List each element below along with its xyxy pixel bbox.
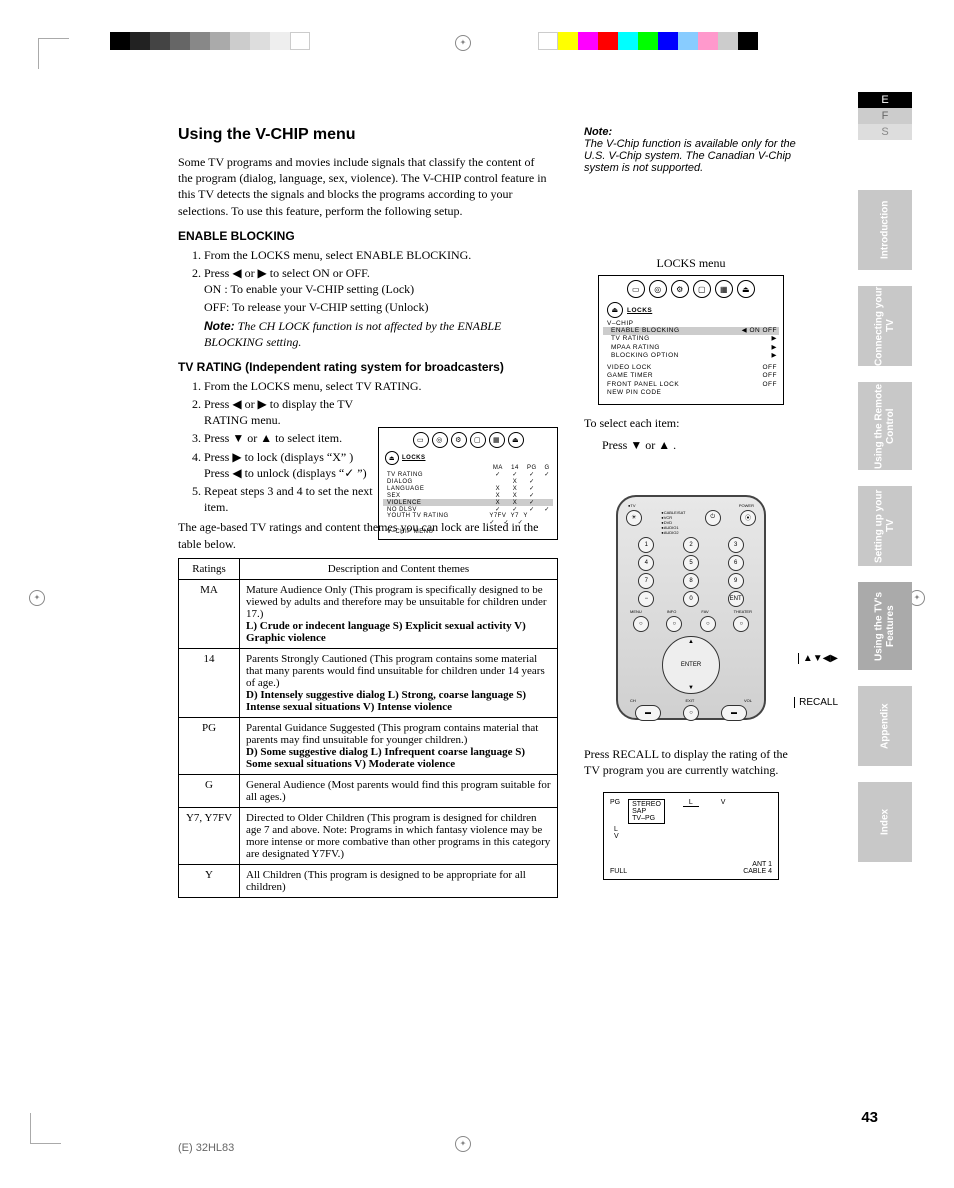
print-color-bar-gray xyxy=(110,32,310,50)
tv-icon: ▭ xyxy=(627,280,645,298)
ratings-table: RatingsDescription and Content themes MA… xyxy=(178,558,558,898)
select-item-text: To select each item: xyxy=(584,415,798,431)
tvrating-step-2: Press ◀ or ▶ to display the TV RATING me… xyxy=(204,396,394,428)
audio-icon: ◎ xyxy=(649,280,667,298)
select-press-text: Press ▼ or ▲ . xyxy=(602,437,798,453)
language-tabs: E F S xyxy=(858,92,912,140)
tab-connecting: Connecting your TV xyxy=(858,286,912,366)
tvrating-step-1: From the LOCKS menu, select TV RATING. xyxy=(204,378,558,394)
enable-step-1: From the LOCKS menu, select ENABLE BLOCK… xyxy=(204,247,558,263)
enable-note: Note: The CH LOCK function is not affect… xyxy=(204,318,558,350)
press-recall-text: Press RECALL to display the rating of th… xyxy=(584,746,798,778)
enable-step-2: Press ◀ or ▶ to select ON or OFF. ON : T… xyxy=(204,265,558,350)
locks-menu-caption: LOCKS menu xyxy=(584,256,798,271)
remote-recall-label: RECALL xyxy=(794,697,838,708)
footer-code: (E) 32HL83 xyxy=(178,1142,234,1154)
setup-icon: ⚙ xyxy=(671,280,689,298)
remote-control-illustration: ●TVPOWER ☀●CABLE/SAT●VCR●DVD●AUDIO1●AUDI… xyxy=(616,495,766,720)
tab-index: Index xyxy=(858,782,912,862)
lang-e: E xyxy=(858,92,912,108)
tab-setting-up: Setting up your TV xyxy=(858,486,912,566)
tab-features: Using the TV's Features xyxy=(858,582,912,670)
rating-osd-screenshot: PG STEREO SAP TV–PG L V L V xyxy=(603,792,779,880)
tab-remote: Using the Remote Control xyxy=(858,382,912,470)
tvrating-step-5: Repeat steps 3 and 4 to set the next ite… xyxy=(204,483,394,515)
lang-s: S xyxy=(858,124,912,140)
right-note: Note: The V-Chip function is available o… xyxy=(584,126,798,174)
tab-introduction: Introduction xyxy=(858,190,912,270)
tvrating-heading: TV RATING (Independent rating system for… xyxy=(178,360,558,374)
lang-f: F xyxy=(858,108,912,124)
locks-menu-screenshot: ▭ ◎ ⚙ ▢ ▦ ⏏ ⏏ LOCKS V–CHIP ENABLE BLOCKI… xyxy=(598,275,784,405)
print-color-bar-color xyxy=(538,32,758,50)
tv-rating-menu-screenshot: ▭◎⚙▢▦⏏ ⏏ LOCKS MA14PGGTV RATING✓✓✓✓DIALO… xyxy=(378,427,558,540)
enable-heading: ENABLE BLOCKING xyxy=(178,229,558,243)
page-number: 43 xyxy=(861,1109,878,1126)
lock-icon: ⏏ xyxy=(737,280,755,298)
section-tabs: Introduction Connecting your TV Using th… xyxy=(858,190,912,878)
remote-arrows-label: ▲▼◀▶ xyxy=(798,653,838,664)
lock-badge-icon: ⏏ xyxy=(607,302,623,318)
pip-icon: ▢ xyxy=(693,280,711,298)
enable-off: OFF: To release your V-CHIP setting (Unl… xyxy=(204,299,558,315)
intro-text: Some TV programs and movies include sign… xyxy=(178,154,548,219)
enable-on: ON : To enable your V-CHIP setting (Lock… xyxy=(204,281,558,297)
tab-appendix: Appendix xyxy=(858,686,912,766)
page-title: Using the V-CHIP menu xyxy=(178,126,558,144)
grid-icon: ▦ xyxy=(715,280,733,298)
